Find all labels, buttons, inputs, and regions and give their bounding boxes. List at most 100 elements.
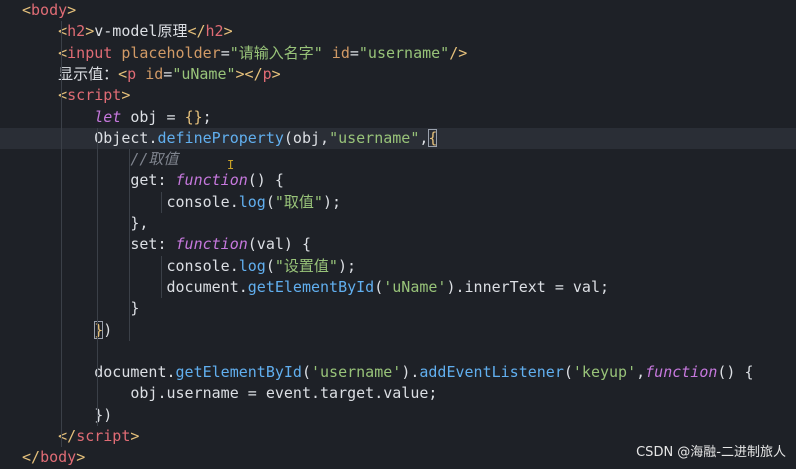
code-token: . (238, 277, 248, 296)
code-token: //取值 (130, 150, 179, 169)
code-token: } (94, 320, 104, 339)
indent-guide (129, 149, 130, 341)
code-token: p (127, 64, 137, 83)
code-line[interactable]: get: function() { (0, 170, 796, 191)
code-line[interactable]: console.log("设置值"); (0, 256, 796, 277)
code-line-text: document.getElementById('username').addE… (22, 362, 754, 383)
code-token: ></ (235, 64, 263, 83)
code-token: < (22, 1, 32, 19)
code-token: = (163, 64, 173, 83)
code-token: "取值" (274, 192, 323, 211)
code-line[interactable]: }, (0, 213, 796, 234)
code-token: > (85, 22, 95, 41)
code-token: > (271, 64, 281, 83)
code-token: 'keyup' (572, 363, 637, 382)
code-token: body (31, 1, 68, 19)
code-line[interactable]: document.getElementById('username').addE… (0, 362, 796, 383)
code-token: ( (265, 256, 275, 275)
code-token: document (22, 363, 167, 382)
text-cursor-icon: I (227, 158, 235, 172)
code-line[interactable]: obj.username = event.target.value; (0, 383, 796, 404)
code-line-text: set: function(val) { (22, 234, 311, 255)
code-token: ); (337, 256, 356, 275)
code-line-text: }) (22, 405, 112, 426)
code-token: , (636, 363, 646, 382)
code-line[interactable]: }) (0, 320, 796, 341)
code-line[interactable]: console.log("取值"); (0, 192, 796, 213)
code-token: "请输入名字" (229, 43, 323, 62)
code-line[interactable]: set: function(val) { (0, 234, 796, 255)
code-token: ); (322, 192, 341, 211)
code-token: > (76, 448, 86, 467)
code-token: getElementById (247, 277, 375, 296)
code-token: script (76, 427, 131, 445)
code-token: "username" (329, 128, 420, 147)
code-line-text: }) (22, 320, 112, 341)
code-line[interactable]: <input placeholder="请输入名字" id="username"… (0, 43, 796, 64)
code-token: document (22, 277, 239, 296)
code-line-text: </body> (22, 447, 85, 468)
code-token: log (238, 192, 266, 211)
code-line[interactable]: <body> (0, 0, 796, 21)
indent-guide (97, 127, 98, 426)
code-token: < (58, 22, 68, 41)
code-line[interactable]: } (0, 298, 796, 319)
indent-guide (161, 191, 162, 213)
code-token: }) (22, 405, 113, 424)
code-token: < (58, 86, 68, 105)
code-token: function (175, 171, 248, 190)
code-token: function (645, 363, 718, 382)
code-token: placeholder (112, 43, 221, 62)
code-token: ). (401, 363, 420, 382)
code-token: input (67, 43, 113, 62)
code-token: () { (717, 363, 754, 382)
code-line[interactable]: <h2>v-model原理</h2> (0, 21, 796, 42)
code-token: "设置值" (274, 256, 338, 275)
code-token: set: (22, 235, 176, 254)
indent-guide (161, 255, 162, 299)
code-token: ).innerText = val; (446, 277, 610, 296)
code-line[interactable] (0, 341, 796, 362)
code-token: obj = (121, 107, 185, 126)
code-token: function (175, 235, 248, 254)
code-line-text: obj.username = event.target.value; (22, 383, 437, 404)
code-token: body (40, 448, 77, 467)
code-token: </ (22, 448, 41, 467)
code-token: (val) { (247, 235, 311, 254)
watermark: CSDN @海融-二进制旅人 (636, 445, 786, 460)
code-token: obj.username = event.target.value; (22, 384, 438, 403)
code-line[interactable]: 显示值：<p id="uName"></p> (0, 64, 796, 85)
code-token: /> (449, 43, 468, 62)
code-line[interactable]: document.getElementById('uName').innerTe… (0, 277, 796, 298)
code-token: ; (202, 107, 212, 126)
code-line[interactable]: //取值 (0, 149, 796, 170)
code-token: (obj, (283, 128, 330, 147)
code-token: </ (187, 22, 206, 41)
code-token: id (322, 43, 350, 62)
code-line[interactable]: }) (0, 405, 796, 426)
code-token: > (223, 22, 233, 41)
code-token: getElementById (175, 363, 302, 382)
code-token: < (58, 43, 68, 62)
code-token: log (238, 256, 266, 275)
code-line-text: console.log("取值"); (22, 192, 341, 213)
code-editor[interactable]: <body> <h2>v-model原理</h2> <input placeho… (0, 0, 796, 467)
code-token: Object (22, 128, 149, 147)
code-token: p (262, 64, 272, 83)
code-token: "username" (358, 43, 450, 62)
code-line-text: <body> (22, 0, 76, 21)
code-token: console (22, 256, 230, 275)
code-line[interactable]: <script> (0, 85, 796, 106)
code-line-text: } (22, 298, 139, 319)
code-token: 'uName' (383, 277, 447, 296)
code-line[interactable]: let obj = {}; (0, 107, 796, 128)
code-token: get: (22, 171, 176, 190)
code-token: h2 (67, 22, 86, 41)
code-line[interactable]: Object.defineProperty(obj,"username",{ (0, 127, 796, 150)
code-token: 显示值： (22, 64, 119, 83)
code-token: . (229, 192, 239, 211)
